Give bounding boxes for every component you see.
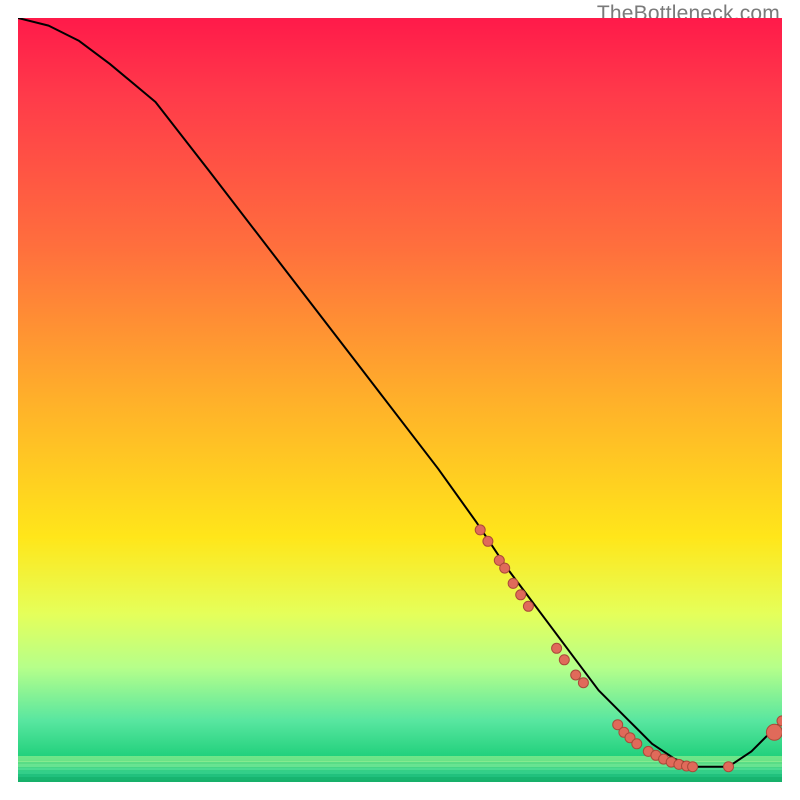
bottleneck-curve	[18, 18, 782, 767]
data-point	[578, 678, 588, 688]
data-point	[475, 525, 485, 535]
data-point	[571, 670, 581, 680]
data-point	[688, 762, 698, 772]
data-point	[552, 643, 562, 653]
chart-overlay	[18, 18, 782, 782]
data-point	[523, 601, 533, 611]
data-point	[500, 563, 510, 573]
data-point	[724, 762, 734, 772]
data-point	[559, 655, 569, 665]
data-point	[632, 739, 642, 749]
plot-area	[18, 18, 782, 782]
data-point	[766, 724, 782, 740]
data-point	[516, 590, 526, 600]
chart-container: TheBottleneck.com	[0, 0, 800, 800]
data-point	[508, 578, 518, 588]
data-points	[475, 525, 782, 772]
data-point	[483, 536, 493, 546]
